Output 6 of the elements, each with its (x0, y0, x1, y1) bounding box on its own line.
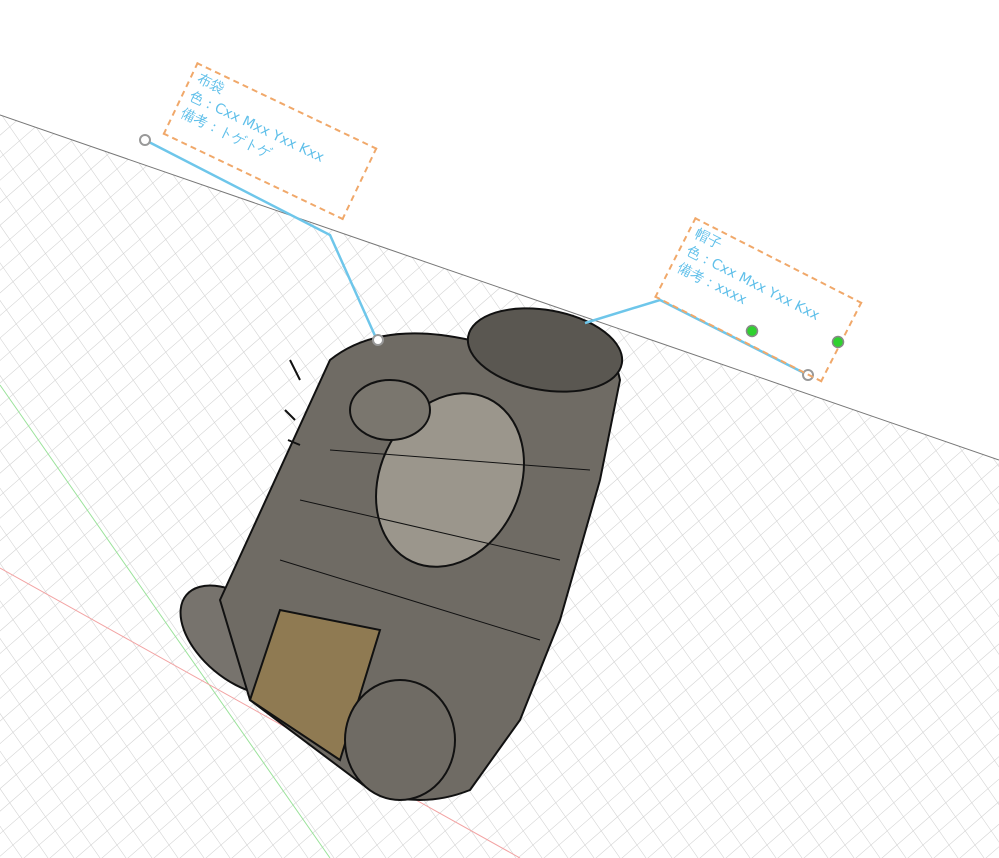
annotation-note[interactable]: 布袋 色：Cxx Mxx Yxx Kxx 備考：トゲトゲ (162, 62, 378, 220)
leader-endpoint-handle[interactable] (802, 369, 814, 381)
grip-handle[interactable] (746, 324, 758, 338)
leader-endpoint-handle[interactable] (372, 334, 384, 346)
grip-handle[interactable] (832, 336, 844, 348)
leader-endpoint-handle[interactable] (139, 134, 151, 146)
